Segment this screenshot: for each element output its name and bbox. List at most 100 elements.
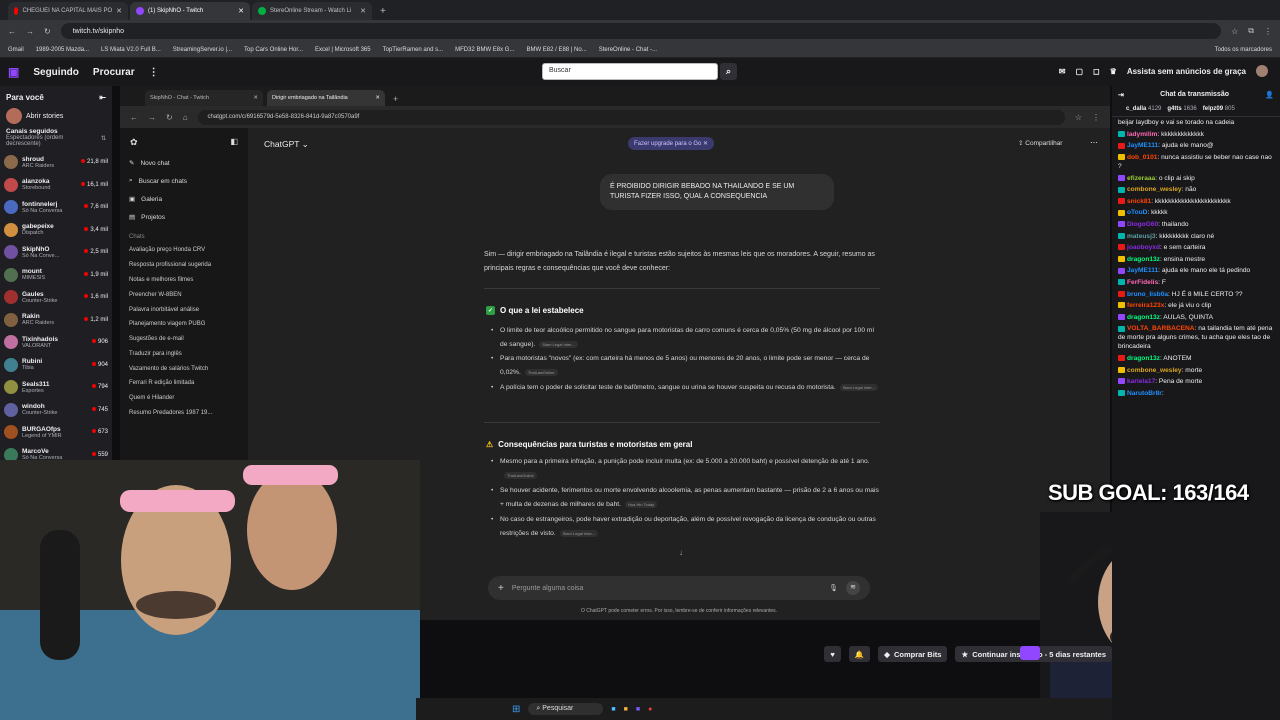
search-chats-button[interactable]: ⌕ Buscar em chats — [120, 172, 248, 190]
chat-username[interactable]: dragon13z — [1127, 256, 1160, 263]
projects-button[interactable]: ▤ Projetos — [120, 208, 248, 226]
upgrade-button[interactable]: Fazer upgrade para o Go ✕ — [628, 137, 715, 150]
source-chip[interactable]: Siam Legal Inter... — [839, 383, 878, 391]
chat-username[interactable]: efizeraaa — [1127, 175, 1155, 182]
chat-history-item[interactable]: Preencher W-8BEN — [120, 287, 248, 302]
sidebar-channel[interactable]: alanzoka Storebound 16,1 mil — [0, 174, 112, 197]
browser-tab[interactable]: (1) SkipNhO - Twitch ✕ — [130, 2, 250, 20]
inbox-icon[interactable]: ▢ — [1075, 67, 1083, 76]
captured-tab-twitch[interactable]: SkipNhO - Chat - Twitch ✕ — [145, 90, 263, 106]
source-chip[interactable]: ThaiLawOnline — [524, 368, 558, 376]
captured-star-icon[interactable]: ☆ — [1075, 113, 1082, 122]
collapse-chat-icon[interactable]: ⇥ — [1118, 91, 1124, 99]
bookmark-item[interactable]: 1989-2005 Mazda... — [36, 47, 89, 53]
chat-username[interactable]: dragon13z — [1127, 355, 1160, 362]
chat-username[interactable]: JayME111 — [1127, 142, 1158, 149]
close-icon[interactable]: ✕ — [360, 7, 366, 15]
sidebar-channel[interactable]: windoh Counter-Strike 745 — [0, 399, 112, 422]
chrome-icon[interactable]: ● — [648, 706, 652, 713]
sidebar-channel[interactable]: SkipNhO Só Na Conve... 2,5 mil — [0, 241, 112, 264]
top-gifter[interactable]: felpz09 805 — [1203, 106, 1235, 112]
sidebar-channel[interactable]: BURGAOfps Legend of YMIR 673 — [0, 421, 112, 444]
crown-icon[interactable]: ♛ — [1110, 67, 1117, 76]
heart-icon[interactable]: ♥ — [824, 646, 841, 662]
chat-history-item[interactable]: Palavra inorbitável análise — [120, 302, 248, 317]
back-icon[interactable]: ← — [8, 27, 16, 36]
sidebar-channel[interactable]: Seals311 Esportes 794 — [0, 376, 112, 399]
bookmark-item[interactable]: Excel | Microsoft 365 — [315, 47, 371, 53]
bell-icon[interactable]: 🔔 — [848, 646, 871, 662]
sidebar-channel[interactable]: gabepeixe Dispatch 3,4 mil — [0, 219, 112, 242]
chat-history-item[interactable]: Avaliação preço Honda CRV — [120, 243, 248, 258]
users-icon[interactable]: 👤 — [1265, 91, 1274, 99]
chat-username[interactable]: VOLTA_BARBACENA — [1127, 325, 1195, 332]
buy-bits-button[interactable]: ◆ Comprar Bits — [878, 646, 948, 662]
chat-history-item[interactable]: Resumo Predadores 1987 19... — [120, 406, 248, 421]
search-icon[interactable]: ⌕ — [720, 63, 737, 80]
app-icon[interactable]: ■ — [624, 706, 628, 713]
bookmark-item[interactable]: TopTierRamen and s... — [383, 47, 443, 53]
bookmark-item[interactable]: StreamingServer.io |... — [173, 47, 232, 53]
captured-tab-chatgpt[interactable]: Dirigir embriagado na Tailândia ✕ — [267, 90, 385, 106]
stories-avatar[interactable] — [6, 108, 22, 124]
sidebar-channel[interactable]: Gaules Counter-Strike 1,6 mil — [0, 286, 112, 309]
new-tab-icon[interactable]: + — [374, 6, 392, 20]
mic-icon[interactable]: 🎙 — [829, 584, 838, 592]
captured-back-icon[interactable]: ← — [130, 113, 138, 122]
chat-history-item[interactable]: Vazamento de salários Twitch — [120, 361, 248, 376]
captured-home-icon[interactable]: ⌂ — [183, 113, 188, 122]
chat-username[interactable]: snick81 — [1127, 198, 1151, 205]
sidebar-channel[interactable]: Rubini Tibia 904 — [0, 354, 112, 377]
bookmark-item[interactable]: StereOnline - Chat -... — [599, 47, 657, 53]
sidebar-channel[interactable]: Rakin ARC Raiders 1,2 mil — [0, 309, 112, 332]
prompt-input[interactable]: Pergunte alguma coisa — [512, 585, 821, 592]
sidebar-channel[interactable]: shroud ARC Raiders 21,8 mil — [0, 151, 112, 174]
chat-username[interactable]: ferreira123x — [1127, 302, 1164, 309]
bookmark-item[interactable]: Gmail — [8, 47, 24, 53]
chat-history-item[interactable]: Notas e melhores filmes — [120, 273, 248, 288]
browser-tab[interactable]: StereOnline Stream - Watch Li ✕ — [252, 2, 372, 20]
close-icon[interactable]: ✕ — [238, 7, 244, 15]
chat-history-item[interactable]: Ferrari R edição limitada — [120, 376, 248, 391]
chat-username[interactable]: DiogoG60 — [1127, 221, 1158, 228]
chat-username[interactable]: bruno_lisb0a — [1127, 291, 1168, 298]
chat-username[interactable]: dob_0101 — [1127, 154, 1157, 161]
taskbar-search[interactable]: ⌕ Pesquisar — [528, 703, 604, 715]
more-icon[interactable]: ⋮ — [149, 67, 159, 78]
twitch-logo[interactable]: ▣ — [8, 65, 19, 79]
notifications-icon[interactable]: ✉ — [1059, 67, 1066, 76]
voice-mode-icon[interactable]: ≋ — [846, 581, 860, 595]
reload-icon[interactable]: ↻ — [44, 27, 51, 36]
close-icon[interactable]: ✕ — [116, 7, 122, 15]
bookmark-item[interactable]: MFD32 BMW E8x G... — [455, 47, 514, 53]
top-gifter[interactable]: c_dalla 4129 — [1126, 106, 1161, 112]
menu-icon[interactable]: ⋮ — [1264, 27, 1272, 36]
chat-history-item[interactable]: Quem é Hilander — [120, 391, 248, 406]
captured-forward-icon[interactable]: → — [148, 113, 156, 122]
chat-username[interactable]: kariela17 — [1127, 378, 1155, 385]
app-icon[interactable]: ■ — [611, 706, 615, 713]
stories-link[interactable]: Abrir stories — [26, 113, 63, 120]
sort-icon[interactable]: ⇅ — [101, 135, 106, 147]
following-link[interactable]: Seguindo — [33, 67, 79, 78]
share-button[interactable]: ⇪ Compartilhar — [1018, 139, 1062, 147]
twitch-search-input[interactable]: Buscar — [542, 63, 718, 80]
chat-username[interactable]: mateusj3 — [1127, 233, 1156, 240]
chat-username[interactable]: dragon13z — [1127, 314, 1160, 321]
url-bar[interactable]: twitch.tv/skipnho — [60, 23, 1222, 39]
star-icon[interactable]: ☆ — [1231, 27, 1238, 36]
captured-url-bar[interactable]: chatgpt.com/c/6916579d-5e58-8326-841d-9a… — [197, 109, 1065, 125]
source-chip[interactable]: Siam Legal Inter... — [539, 340, 578, 348]
bookmark-item[interactable]: BMW E82 / E88 | No... — [526, 47, 586, 53]
source-chip[interactable]: ThaiLawOnline — [504, 471, 537, 479]
top-gifter[interactable]: g4tts 1636 — [1167, 106, 1196, 112]
chat-history-item[interactable]: Sugestões de e-mail — [120, 332, 248, 347]
chat-username[interactable]: ladymilim — [1127, 131, 1157, 138]
chat-username[interactable]: FerFidelis — [1127, 279, 1158, 286]
model-selector[interactable]: ChatGPT ⌄ — [264, 139, 309, 150]
sidebar-channel[interactable]: mount MIMESIS 1,9 mil — [0, 264, 112, 287]
browse-link[interactable]: Procurar — [93, 67, 135, 78]
chat-username[interactable]: combone_wesley — [1127, 186, 1182, 193]
captured-reload-icon[interactable]: ↻ — [166, 113, 173, 122]
source-chip[interactable]: Siam Legal Inter... — [559, 529, 598, 537]
